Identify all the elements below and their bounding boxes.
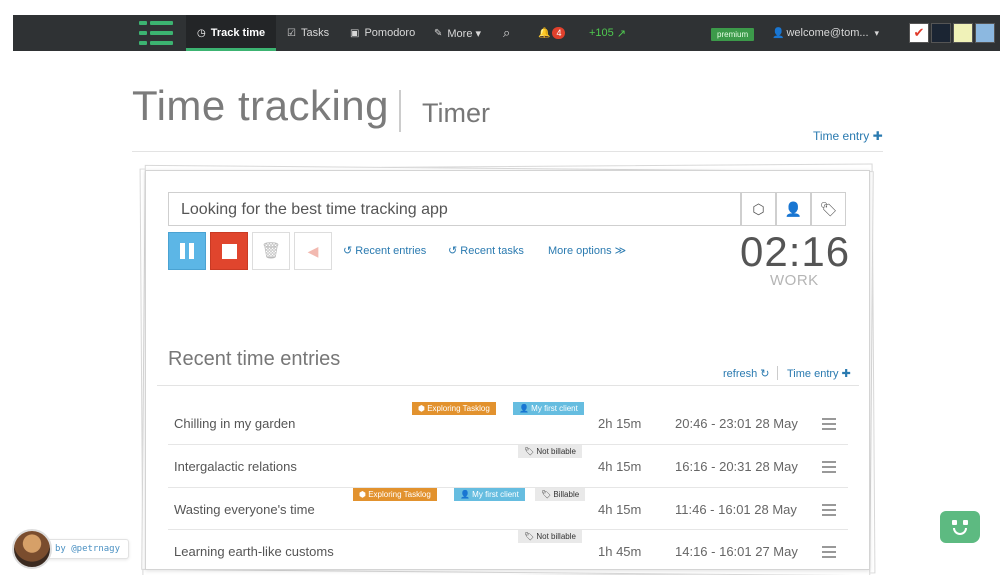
project-tag[interactable]: ⬢ Exploring Tasklog [412,402,496,415]
add-time-entry-link-secondary[interactable]: Time entry ✚ [787,367,851,380]
user-email-label: welcome@tom... [786,27,869,39]
notification-count-badge: 4 [552,27,566,39]
nav-more-label: More ▾ [447,27,482,40]
page-subtitle: Timer [422,98,490,128]
more-options-link[interactable]: More options ≫ [548,244,626,257]
nav-more-dropdown[interactable]: ✎ More ▾ [434,15,481,51]
recent-tasks-link[interactable]: ↺ Recent tasks [448,244,524,257]
pause-icon [180,243,185,259]
add-time-entry-link[interactable]: Time entry ✚ [813,129,883,143]
pause-button[interactable] [168,232,206,270]
title-divider [399,90,401,132]
notifications-button[interactable]: 🔔 4 [538,15,566,51]
tag-icon: 🏷 [819,200,838,217]
row-divider [168,529,848,530]
nav-track-time-label: Track time [210,27,266,39]
theme-swatch-light[interactable]: ✔ [909,23,929,43]
tag-select-button[interactable]: 🏷 [811,192,846,226]
check-square-icon: ☑ [287,27,296,39]
client-tag[interactable]: 👤 My first client [454,488,525,501]
header-divider [132,151,883,152]
chat-bot-eye [963,520,968,525]
nav-track-time[interactable]: ◷ Track time [186,15,277,51]
clock-icon: ◷ [197,27,206,39]
task-description-input[interactable]: Looking for the best time tracking app [168,192,741,226]
hamburger-menu-icon[interactable] [822,546,836,561]
row-divider [168,444,848,445]
wrench-icon: ✎ [434,27,443,39]
client-select-button[interactable]: 👤 [776,192,811,226]
checkmark-icon: ✔ [913,25,925,40]
page-title: Time tracking [132,82,390,129]
nav-tasks[interactable]: ☑ Tasks [287,15,329,51]
sound-toggle-button[interactable]: ◀ [294,232,332,270]
entry-description[interactable]: Wasting everyone's time [174,502,315,517]
arrow-up-right-icon: ↗ [616,27,626,40]
section-divider [157,385,859,386]
entry-duration: 4h 15m [598,459,642,474]
entry-duration: 2h 15m [598,416,642,431]
entry-time-range: 14:16 - 16:01 27 May [675,544,798,559]
client-tag[interactable]: 👤 My first client [513,402,584,415]
links-divider [777,366,778,380]
billable-tag[interactable]: 🏷 Not billable [518,530,582,543]
gift-icon: ▣ [350,27,360,39]
entry-description[interactable]: Intergalactic relations [174,459,297,474]
chat-bot-smile [953,528,967,535]
entry-description[interactable]: Chilling in my garden [174,416,295,431]
nav-pomodoro-label: Pomodoro [364,27,416,39]
speaker-icon: ◀ [307,242,319,259]
recent-entries-title: Recent time entries [168,348,341,370]
stop-icon [221,243,237,259]
user-menu-dropdown[interactable]: 👤 welcome@tom... ▾ [772,15,879,51]
cube-icon: ⬡ [752,200,765,217]
billable-tag[interactable]: 🏷 Billable [535,488,586,501]
stop-button[interactable] [210,232,248,270]
nav-pomodoro[interactable]: ▣ Pomodoro [350,15,415,51]
chat-bot-icon [952,520,957,525]
chat-widget-button[interactable] [940,511,980,543]
timer-clock: 02:16 [740,228,851,275]
premium-badge: premium [711,28,755,41]
user-icon: 👤 [772,27,785,39]
bell-icon: 🔔 [538,27,551,39]
recent-entries-link[interactable]: ↺ Recent entries [343,244,426,257]
refresh-link[interactable]: refresh ↻ [723,367,770,380]
author-credit[interactable]: by @petrnagy [44,539,130,559]
entry-time-range: 16:16 - 20:31 28 May [675,459,798,474]
discard-button[interactable]: 🗑 [252,232,290,270]
project-select-button[interactable]: ⬡ [741,192,776,226]
timer-mode-label: WORK [770,272,819,289]
pause-icon-bar [189,243,194,259]
entry-time-range: 20:46 - 23:01 28 May [675,416,798,431]
author-avatar[interactable] [12,529,52,569]
trash-icon: 🗑 [260,243,282,260]
hamburger-menu-icon[interactable] [822,461,836,476]
entry-duration: 4h 15m [598,502,642,517]
search-icon[interactable]: ⌕ [503,15,510,51]
app-logo[interactable] [139,18,173,48]
billable-tag[interactable]: 🏷 Not billable [518,445,582,458]
entry-duration: 1h 45m [598,544,642,559]
top-navbar: ◷ Track time ☑ Tasks ▣ Pomodoro ✎ More ▾… [13,15,1000,51]
entry-time-range: 11:46 - 16:01 28 May [675,502,797,517]
entry-description[interactable]: Learning earth-like customs [174,544,334,559]
user-icon: 👤 [784,200,803,217]
score-link[interactable]: +105 ↗ [589,15,626,51]
theme-swatch-yellow[interactable] [953,23,973,43]
theme-swatch-dark[interactable] [931,23,951,43]
caret-down-icon: ▾ [874,27,880,38]
hamburger-menu-icon[interactable] [822,418,836,433]
theme-swatch-blue[interactable] [975,23,995,43]
project-tag[interactable]: ⬢ Exploring Tasklog [353,488,437,501]
hamburger-menu-icon[interactable] [822,504,836,519]
nav-tasks-label: Tasks [300,27,330,39]
score-value: +105 [589,27,614,39]
